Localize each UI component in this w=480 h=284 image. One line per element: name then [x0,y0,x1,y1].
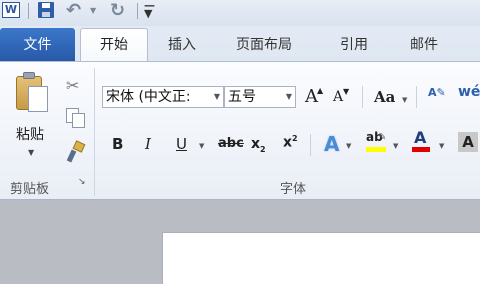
document-page[interactable] [162,232,480,284]
superscript-button[interactable]: x2 [283,134,298,151]
customize-qat-icon[interactable]: — ▼ [144,0,155,19]
format-painter-icon[interactable] [66,140,86,163]
grow-font-button[interactable]: A ▲ [305,86,323,107]
ribbon-home: 粘贴 ▼ ✂ 剪贴板 ↘ 宋体 (中文正: ▼ 五号 ▼ A ▲ A ▼ Aa ▼ … [0,61,480,200]
font-name-combo[interactable]: 宋体 (中文正: ▼ [102,86,224,108]
subscript-button[interactable]: x2 [251,136,266,154]
tab-references[interactable]: 引用 [340,34,368,56]
marker-icon: ✎ [378,132,387,143]
toolbar-separator [416,86,417,108]
chevron-down-icon[interactable]: ▼ [286,87,292,107]
superscript-x: x [283,134,293,151]
font-color-bar [412,147,430,152]
underline-dropdown-icon[interactable]: ▼ [199,142,204,150]
save-icon[interactable] [38,2,54,18]
paste-button-label[interactable]: 粘贴 [16,124,44,144]
word-app-icon[interactable]: W [2,2,20,18]
text-effects-dropdown-icon[interactable]: ▼ [346,142,351,150]
superscript-suffix: 2 [292,134,298,143]
tab-insert[interactable]: 插入 [168,34,196,56]
paste-icon[interactable] [14,72,50,116]
cut-icon[interactable]: ✂ [66,76,79,95]
highlight-dropdown-icon[interactable]: ▼ [393,142,398,150]
toolbar-separator [310,134,311,156]
subscript-x: x [251,136,261,152]
clipboard-launcher-icon[interactable]: ↘ [78,177,86,187]
tab-mailings[interactable]: 邮件 [410,34,438,56]
change-case-dropdown-icon[interactable]: ▼ [402,96,407,104]
tab-page-layout[interactable]: 页面布局 [236,34,292,56]
toolbar-separator [362,86,363,108]
undo-dropdown-icon[interactable]: ▼ [90,6,96,15]
font-group-label: 字体 [280,182,307,197]
clipboard-group-label: 剪贴板 [10,182,50,197]
undo-icon[interactable]: ↶ [66,0,81,21]
underline-button[interactable]: U [176,135,187,153]
font-color-dropdown-icon[interactable]: ▼ [439,142,444,150]
strikethrough-button[interactable]: abc [218,136,244,151]
change-case-button[interactable]: Aa [374,88,395,106]
shrink-font-button[interactable]: A ▼ [333,87,349,105]
highlight-color-bar [366,147,386,152]
group-divider [94,68,95,196]
font-color-letter: A [414,128,427,147]
qat-separator [137,3,138,19]
subscript-suffix: 2 [260,144,266,154]
character-shading-button[interactable]: A [458,132,478,152]
font-color-button[interactable]: A [410,128,432,154]
bold-button[interactable]: B [112,135,123,153]
qat-separator [28,3,29,19]
highlight-button[interactable]: ab ✎ [364,130,388,154]
shrink-font-icon: A [333,89,344,105]
quick-access-toolbar: W ↶ ▼ ↻ — ▼ [0,0,480,26]
font-name-value: 宋体 (中文正: [106,89,191,105]
repeat-icon[interactable]: ↻ [110,0,125,21]
tab-home[interactable]: 开始 [80,28,148,63]
phonetic-guide-icon[interactable]: wé [458,84,480,100]
font-size-value: 五号 [228,89,256,105]
italic-button[interactable]: I [145,135,151,153]
chevron-down-icon[interactable]: ▼ [214,87,220,107]
ribbon-tabs: 文件 开始 插入 页面布局 引用 邮件 [0,26,480,63]
font-size-combo[interactable]: 五号 ▼ [224,86,296,108]
copy-icon[interactable] [66,108,85,128]
paste-dropdown-icon[interactable]: ▼ [28,148,34,157]
text-effects-button[interactable]: A [324,132,339,156]
clear-formatting-icon[interactable]: A✎ [428,86,448,104]
change-case-icon: Aa [374,88,396,106]
tab-file[interactable]: 文件 [0,28,75,62]
